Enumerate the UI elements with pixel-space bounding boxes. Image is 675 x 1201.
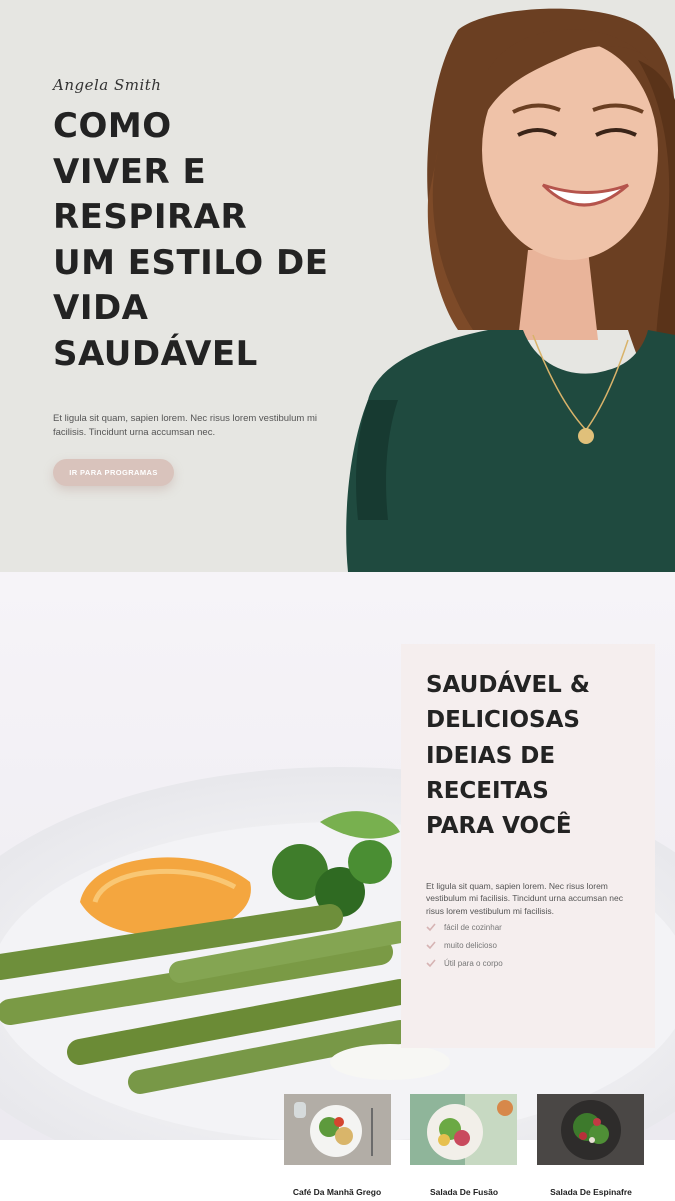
hero-description: Et ligula sit quam, sapien lorem. Nec ri… bbox=[53, 412, 317, 438]
feature-item: Útil para o corpo bbox=[426, 954, 503, 972]
check-icon bbox=[426, 959, 436, 968]
hero-title-line: COMO bbox=[53, 106, 172, 146]
check-icon bbox=[426, 923, 436, 932]
recipes-description: Et ligula sit quam, sapien lorem. Nec ri… bbox=[426, 880, 623, 916]
feature-list: fácil de cozinhar muito delicioso Útil p… bbox=[426, 918, 503, 972]
thumbnail-label[interactable]: Salada De Fusão bbox=[399, 1187, 529, 1197]
recipes-title: SAUDÁVEL & DELICIOSAS IDEIAS DE RECEITAS… bbox=[426, 668, 636, 844]
recipes-title-line: RECEITAS bbox=[426, 777, 549, 804]
hero-title-line: UM ESTILO DE bbox=[53, 242, 329, 283]
greek-breakfast-photo bbox=[284, 1094, 391, 1165]
recipe-thumbnail-greek-breakfast[interactable] bbox=[284, 1094, 391, 1165]
hero-title-line: SAUDÁVEL bbox=[53, 333, 258, 374]
thumbnail-label[interactable]: Salada De Espinafre bbox=[526, 1187, 656, 1197]
hero-section: Angela Smith COMO VIVER E RESPIRAR UM ES… bbox=[0, 0, 675, 572]
feature-label: fácil de cozinhar bbox=[444, 922, 502, 932]
hero-woman-photo bbox=[338, 0, 675, 572]
feature-item: fácil de cozinhar bbox=[426, 918, 503, 936]
recipe-thumbnail-fusion-salad[interactable] bbox=[410, 1094, 517, 1165]
spinach-salad-photo bbox=[537, 1094, 644, 1165]
check-icon bbox=[426, 941, 436, 950]
recipes-title-line: IDEIAS DE bbox=[426, 742, 556, 769]
hero-title-line: VIVER E bbox=[53, 151, 207, 192]
hero-title-line: VIDA bbox=[53, 288, 149, 328]
fusion-salad-photo bbox=[410, 1094, 517, 1165]
recipes-title-line: DELICIOSAS bbox=[426, 707, 580, 734]
recipe-thumbnail-spinach-salad[interactable] bbox=[537, 1094, 644, 1165]
signature-text: Angela Smith bbox=[53, 76, 162, 94]
hero-title-line: RESPIRAR bbox=[53, 197, 248, 237]
recipes-title-line: SAUDÁVEL & bbox=[426, 672, 590, 698]
feature-item: muito delicioso bbox=[426, 936, 503, 954]
thumbnail-label[interactable]: Café Da Manhã Grego bbox=[272, 1187, 402, 1197]
feature-label: muito delicioso bbox=[444, 940, 497, 950]
recipes-title-line: PARA VOCÊ bbox=[426, 813, 572, 840]
hero-title: COMO VIVER E RESPIRAR UM ESTILO DE VIDA … bbox=[53, 104, 353, 377]
feature-label: Útil para o corpo bbox=[444, 958, 503, 968]
programs-button[interactable]: IR PARA PROGRAMAS bbox=[53, 459, 174, 486]
